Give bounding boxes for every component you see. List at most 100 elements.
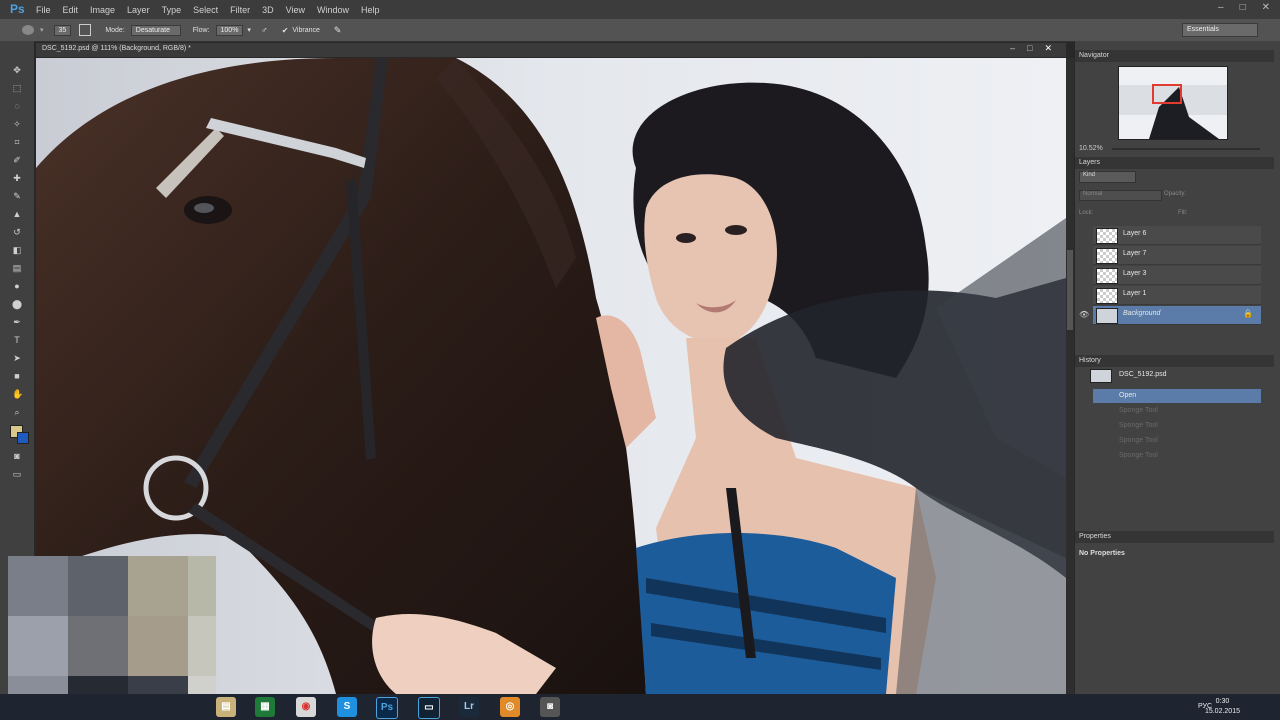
layer-row[interactable]: Layer 3 (1093, 266, 1261, 285)
airbrush-icon[interactable]: ♂ (261, 25, 268, 35)
clone-stamp-icon[interactable]: ▲ (12, 209, 22, 219)
visibility-eye-icon[interactable]: 👁 (1079, 310, 1089, 319)
minimize-icon[interactable]: – (1010, 43, 1015, 54)
flow-input[interactable]: 100% (215, 24, 244, 36)
vertical-scrollbar[interactable] (1066, 58, 1074, 694)
healing-brush-icon[interactable]: ✚ (12, 173, 22, 183)
menu-view[interactable]: View (286, 5, 305, 15)
menu-window[interactable]: Window (317, 5, 349, 15)
gradient-tool-icon[interactable]: ▤ (12, 263, 22, 273)
photoshop-logo: Ps (10, 2, 25, 16)
workspace-select[interactable]: Essentials (1182, 23, 1258, 37)
menu-type[interactable]: Type (162, 5, 182, 15)
layer-row[interactable]: Layer 1 (1093, 286, 1261, 305)
type-tool-icon[interactable]: T (12, 335, 22, 345)
zoom-tool-icon[interactable]: ⌕ (12, 407, 22, 417)
sponge-tool-icon[interactable]: ⬤ (12, 299, 22, 309)
brush-tool-icon[interactable]: ✎ (12, 191, 22, 201)
layers-panel-header[interactable]: Layers (1075, 157, 1274, 169)
history-panel-header[interactable]: History (1075, 355, 1274, 367)
history-item-open[interactable]: Open (1093, 389, 1261, 403)
chevron-down-icon[interactable]: ▾ (247, 26, 251, 34)
properties-panel-header[interactable]: Properties (1075, 531, 1274, 543)
quick-mask-icon[interactable]: ◙ (12, 451, 22, 461)
menu-3d[interactable]: 3D (262, 5, 274, 15)
history-snapshot[interactable]: DSC_5192.psd (1090, 368, 1261, 383)
menu-file[interactable]: File (36, 5, 51, 15)
media-player-icon[interactable]: ◎ (500, 697, 520, 717)
layer-row[interactable]: Layer 7 (1093, 246, 1261, 265)
navigator-thumbnail[interactable] (1118, 66, 1228, 140)
quick-select-icon[interactable]: ✧ (12, 119, 22, 129)
lasso-tool-icon[interactable]: ◌ (12, 101, 22, 111)
menu-image[interactable]: Image (90, 5, 115, 15)
layer-name: Layer 1 (1123, 290, 1147, 297)
document-window-controls: – □ ✕ (1010, 43, 1052, 54)
navigator-zoom-slider[interactable] (1112, 148, 1260, 150)
menu-layer[interactable]: Layer (127, 5, 150, 15)
lightroom-icon[interactable]: Lr (459, 697, 479, 717)
navigator-zoom[interactable]: 10.52% (1079, 145, 1103, 152)
marquee-tool-icon[interactable]: ⬚ (12, 83, 22, 93)
menu-filter[interactable]: Filter (230, 5, 250, 15)
monitor-icon[interactable]: ▭ (418, 697, 440, 719)
photoshop-taskbar-icon[interactable]: Ps (376, 697, 398, 719)
layer-thumbnail (1096, 228, 1118, 244)
taskbar (0, 694, 1280, 720)
system-clock[interactable]: 0:30 15.02.2015 (1205, 697, 1240, 717)
brush-panel-icon[interactable] (79, 24, 92, 36)
navigator-preview (1119, 67, 1227, 139)
lock-icon: 🔒 (1243, 309, 1253, 318)
history-brush-icon[interactable]: ↺ (12, 227, 22, 237)
window-controls: – □ ✕ (1218, 2, 1270, 13)
layer-row[interactable]: Layer 6 (1093, 226, 1261, 245)
maximize-icon[interactable]: □ (1027, 43, 1032, 54)
brush-size-picker[interactable]: 35 (53, 24, 72, 36)
pen-tool-icon[interactable]: ✒ (12, 317, 22, 327)
path-select-icon[interactable]: ➤ (12, 353, 22, 363)
crop-tool-icon[interactable]: ⌗ (12, 137, 22, 147)
properties-content: No Properties (1079, 550, 1125, 557)
menu-edit[interactable]: Edit (63, 5, 79, 15)
snapshot-thumbnail (1090, 369, 1112, 383)
lock-label: Lock: (1079, 210, 1094, 216)
vibrance-checkbox[interactable]: ✔ (282, 26, 289, 35)
eyedropper-icon[interactable]: ✐ (12, 155, 22, 165)
layer-name: Layer 7 (1123, 250, 1147, 257)
minimize-icon[interactable]: – (1218, 2, 1224, 13)
mode-select[interactable]: Desaturate (130, 24, 181, 36)
sponge-tool-icon[interactable] (22, 25, 34, 35)
layer-filter-select[interactable]: Kind (1079, 171, 1136, 183)
opacity-label: Opacity: (1164, 191, 1187, 197)
skype-icon[interactable]: S (337, 697, 357, 717)
pressure-icon[interactable]: ✎ (334, 25, 342, 36)
scrollbar-thumb[interactable] (1067, 250, 1073, 330)
chrome-icon[interactable]: ◉ (296, 697, 316, 717)
close-icon[interactable]: ✕ (1044, 43, 1052, 54)
history-item-label: Open (1119, 392, 1137, 399)
eraser-icon[interactable]: ◧ (12, 245, 22, 255)
camera-icon[interactable]: ◙ (540, 697, 560, 717)
layer-name: Background (1123, 310, 1161, 317)
background-color-swatch[interactable] (17, 432, 29, 444)
document-tab[interactable]: DSC_5192.psd @ 111% (Background, RGB/8) … (42, 45, 191, 52)
menu-help[interactable]: Help (361, 5, 380, 15)
screen-mode-icon[interactable]: ▭ (12, 469, 22, 479)
history-item-label: Sponge Tool (1119, 422, 1158, 429)
maximize-icon[interactable]: □ (1240, 2, 1246, 13)
menu-select[interactable]: Select (193, 5, 218, 15)
close-icon[interactable]: ✕ (1262, 2, 1270, 13)
history-item[interactable]: Sponge Tool (1093, 404, 1261, 418)
rectangle-tool-icon[interactable]: ■ (12, 371, 22, 381)
navigator-panel-header[interactable]: Navigator (1075, 50, 1274, 62)
blend-mode-select[interactable]: Normal (1079, 190, 1162, 201)
history-item[interactable]: Sponge Tool (1093, 434, 1261, 448)
excel-icon[interactable]: ▦ (255, 697, 275, 717)
move-tool-icon[interactable]: ✥ (12, 65, 22, 75)
history-item[interactable]: Sponge Tool (1093, 419, 1261, 433)
blur-tool-icon[interactable]: ● (12, 281, 22, 291)
history-item[interactable]: Sponge Tool (1093, 449, 1261, 463)
hand-tool-icon[interactable]: ✋ (12, 389, 23, 399)
file-explorer-icon[interactable]: ▤ (216, 697, 236, 717)
layer-row-background[interactable]: Background 🔒 (1093, 306, 1261, 325)
